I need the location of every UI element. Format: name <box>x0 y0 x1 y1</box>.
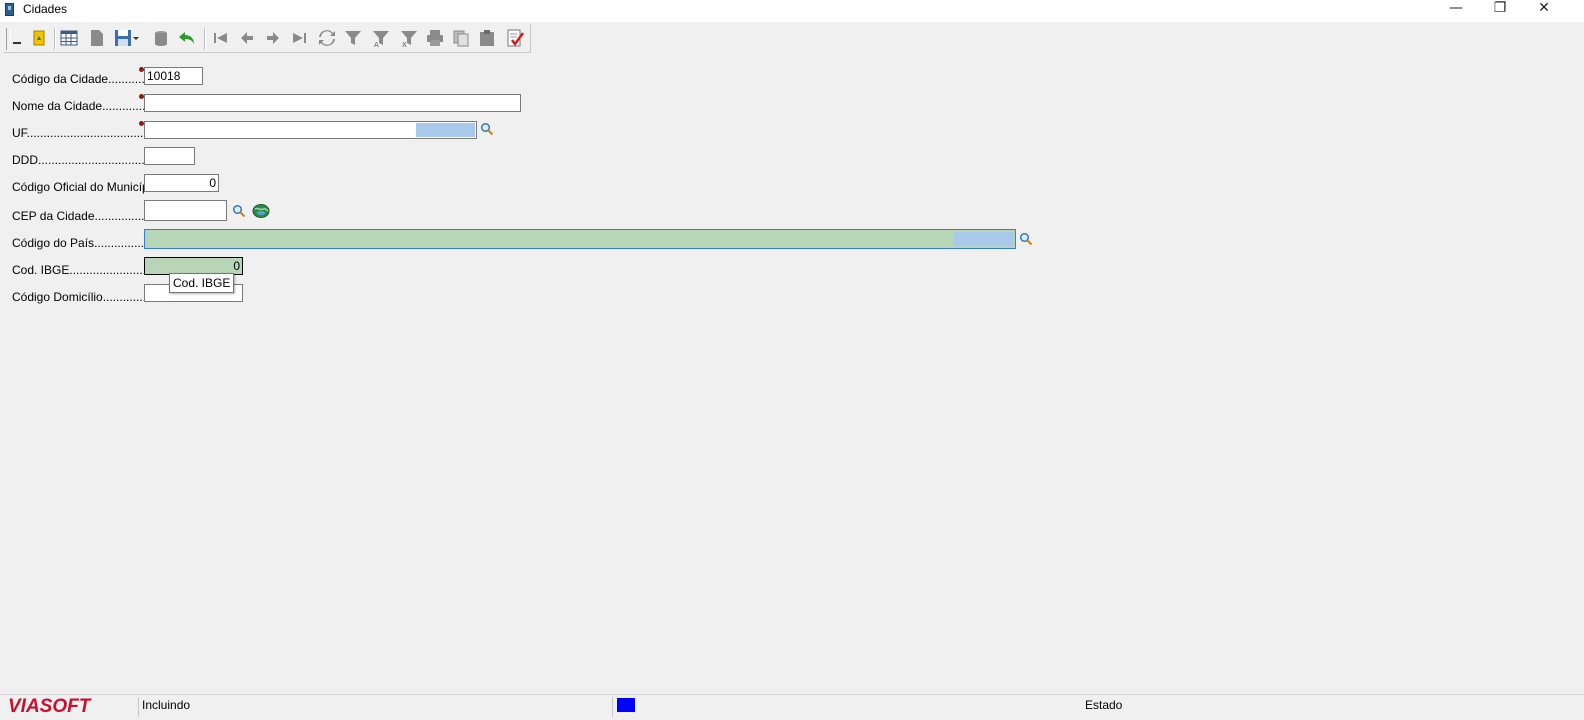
codigo-oficial-label: Código Oficial do Município <box>12 180 146 194</box>
codigo-pais-input[interactable] <box>144 229 1016 249</box>
status-field-name: Estado <box>1085 698 1123 712</box>
viasoft-logo: VIASOFT <box>8 696 91 717</box>
copy-icon[interactable] <box>450 27 472 49</box>
restore-button[interactable]: ❐ <box>1478 0 1522 20</box>
collapse-icon[interactable] <box>8 27 30 49</box>
pais-search-icon[interactable] <box>1019 232 1033 246</box>
cod-ibge-label: Cod. IBGE............................ <box>12 263 144 277</box>
status-bar: VIASOFT Incluindo Estado <box>0 694 1584 720</box>
uf-search-icon[interactable] <box>480 122 494 136</box>
codigo-domicilio-label: Código Domicílio.................. <box>12 290 144 304</box>
uf-label: UF......................................… <box>12 126 144 140</box>
cep-search-icon[interactable] <box>232 204 246 218</box>
filter-clear-icon[interactable]: X <box>398 27 420 49</box>
save-dropdown-icon[interactable] <box>130 27 142 49</box>
status-divider <box>138 697 139 717</box>
last-icon[interactable] <box>288 27 310 49</box>
first-icon[interactable] <box>210 27 232 49</box>
codigo-pais-label: Código do País.................... <box>12 236 144 250</box>
minimize-button[interactable]: — <box>1434 0 1478 20</box>
status-divider <box>612 697 613 717</box>
tooltip: Cod. IBGE <box>169 273 235 293</box>
refresh-icon[interactable] <box>316 27 338 49</box>
globe-icon[interactable] <box>252 203 270 219</box>
folder-exit-icon[interactable] <box>28 27 50 49</box>
close-button[interactable]: ✕ <box>1522 0 1566 20</box>
delete-icon[interactable] <box>150 27 172 49</box>
undo-icon[interactable] <box>176 27 198 49</box>
status-mode: Incluindo <box>142 698 191 712</box>
filter-apply-icon[interactable]: A <box>370 27 392 49</box>
nome-cidade-label: Nome da Cidade.................. <box>12 99 144 113</box>
print-icon[interactable] <box>424 27 446 49</box>
ddd-label: DDD.....................................… <box>12 153 144 167</box>
toolbar: A X <box>4 24 531 53</box>
nome-cidade-input[interactable] <box>144 94 521 112</box>
grid-view-icon[interactable] <box>58 27 80 49</box>
new-record-icon[interactable] <box>86 27 108 49</box>
svg-text:A: A <box>374 41 379 48</box>
app-icon <box>5 3 14 16</box>
uf-lookup-description <box>416 123 475 137</box>
toolbar-separator <box>204 28 206 50</box>
paste-icon[interactable] <box>476 27 498 49</box>
ddd-input[interactable] <box>144 147 195 165</box>
title-bar: Cidades — ❐ ✕ <box>0 0 1584 22</box>
checklist-icon[interactable] <box>504 27 526 49</box>
prior-icon[interactable] <box>236 27 258 49</box>
cep-label: CEP da Cidade..................... <box>12 209 144 223</box>
codigo-cidade-label: Código da Cidade................. <box>12 72 144 86</box>
svg-text:X: X <box>402 41 407 48</box>
window-title: Cidades <box>23 2 68 16</box>
status-indicator <box>617 698 635 712</box>
toolbar-separator <box>54 28 56 50</box>
filter-icon[interactable] <box>342 27 364 49</box>
codigo-cidade-input[interactable] <box>144 67 203 85</box>
codigo-oficial-input[interactable] <box>144 174 219 192</box>
cep-input[interactable] <box>144 200 227 221</box>
pais-lookup-description <box>954 232 1014 246</box>
next-icon[interactable] <box>262 27 284 49</box>
